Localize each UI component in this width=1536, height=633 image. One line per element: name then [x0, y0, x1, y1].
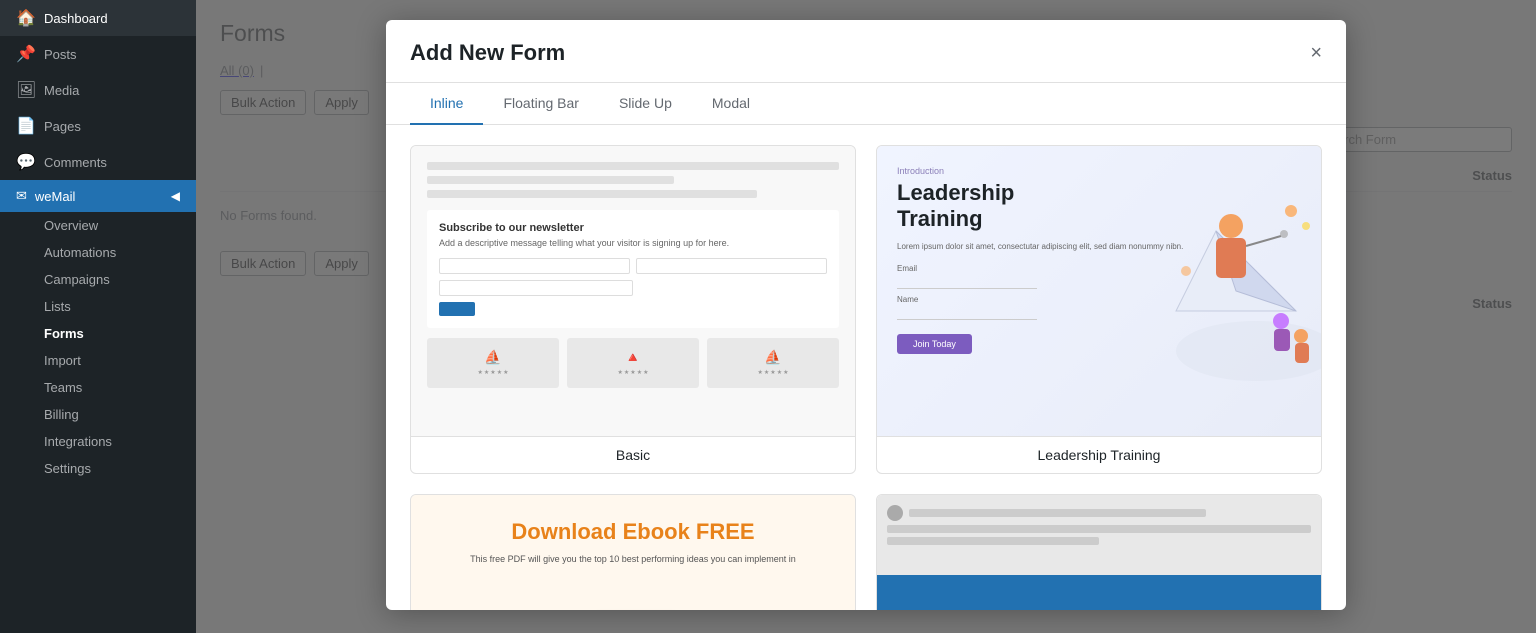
leadership-email-field: Email	[897, 264, 1301, 289]
sidebar-subitem-overview[interactable]: Overview	[0, 212, 196, 239]
template-preview-ebook: Download Ebook FREE This free PDF will g…	[411, 495, 855, 610]
preview-input	[439, 258, 630, 274]
add-new-form-modal: Add New Form × Inline Floating Bar Slide…	[386, 20, 1346, 610]
preview-card-icon: ⛵	[764, 349, 781, 366]
wemail-arrow-icon: ◀	[171, 189, 180, 203]
sidebar-item-dashboard[interactable]: 🏠 Dashboard	[0, 0, 196, 36]
wemail-icon: ✉	[16, 188, 27, 204]
discount-line	[887, 537, 1099, 545]
sidebar-label-dashboard: Dashboard	[44, 11, 108, 26]
discount-avatar-row	[887, 505, 1311, 521]
templates-grid: Subscribe to our newsletter Add a descri…	[410, 145, 1322, 610]
modal-body: Subscribe to our newsletter Add a descri…	[386, 125, 1346, 610]
discount-line	[909, 509, 1206, 517]
main-content: Forms All (0) | Bulk Action Apply Status…	[196, 0, 1536, 633]
discount-line	[887, 525, 1311, 533]
template-preview-basic: Subscribe to our newsletter Add a descri…	[411, 146, 855, 436]
leadership-title: Leadership Training	[897, 180, 1301, 233]
ebook-title: Download Ebook FREE	[511, 519, 754, 545]
ebook-image-area: 📖	[435, 566, 831, 610]
preview-card-icon: ⛵	[484, 349, 501, 366]
dashboard-icon: 🏠	[16, 8, 36, 28]
sidebar: 🏠 Dashboard 📌 Posts 🖼 Media 📄 Pages 💬 Co…	[0, 0, 196, 633]
pages-icon: 📄	[16, 116, 36, 136]
leadership-name-field: Name	[897, 295, 1301, 320]
tab-modal[interactable]: Modal	[692, 83, 770, 125]
leadership-name-input	[897, 306, 1037, 320]
leadership-join-button[interactable]: Join Today	[897, 334, 972, 354]
sidebar-item-pages[interactable]: 📄 Pages	[0, 108, 196, 144]
modal-overlay[interactable]: Add New Form × Inline Floating Bar Slide…	[196, 0, 1536, 633]
preview-line	[427, 176, 674, 184]
preview-form-text: Add a descriptive message telling what y…	[439, 238, 827, 250]
sidebar-label-wemail: weMail	[35, 189, 75, 204]
discount-bottom: Get 10% Off on Your First Purchase!	[877, 575, 1321, 610]
posts-icon: 📌	[16, 44, 36, 64]
template-card-ebook[interactable]: Download Ebook FREE This free PDF will g…	[410, 494, 856, 610]
sidebar-item-comments[interactable]: 💬 Comments	[0, 144, 196, 180]
modal-title: Add New Form	[410, 40, 565, 66]
preview-form-title: Subscribe to our newsletter	[439, 222, 827, 234]
leadership-desc: Lorem ipsum dolor sit amet, consectutar …	[897, 241, 1301, 252]
sidebar-label-comments: Comments	[44, 155, 107, 170]
sidebar-subitem-campaigns[interactable]: Campaigns	[0, 266, 196, 293]
sidebar-subitem-billing[interactable]: Billing	[0, 401, 196, 428]
sidebar-label-media: Media	[44, 83, 79, 98]
preview-card: 🔺 ★ ★ ★ ★ ★	[567, 338, 699, 388]
preview-card: ⛵ ★ ★ ★ ★ ★	[707, 338, 839, 388]
sidebar-subitem-lists[interactable]: Lists	[0, 293, 196, 320]
tab-floating-bar[interactable]: Floating Bar	[483, 83, 598, 125]
comments-icon: 💬	[16, 152, 36, 172]
sidebar-label-pages: Pages	[44, 119, 81, 134]
preview-line	[427, 190, 757, 198]
modal-tabs: Inline Floating Bar Slide Up Modal	[386, 83, 1346, 125]
sidebar-subitem-automations[interactable]: Automations	[0, 239, 196, 266]
preview-form: Subscribe to our newsletter Add a descri…	[427, 210, 839, 328]
sidebar-subitem-teams[interactable]: Teams	[0, 374, 196, 401]
leadership-email-input	[897, 275, 1037, 289]
template-preview-leadership: Introduction Leadership Training Lorem i…	[877, 146, 1321, 436]
template-card-discount[interactable]: Get 10% Off on Your First Purchase! Get …	[876, 494, 1322, 610]
preview-submit-btn	[439, 302, 475, 316]
sidebar-subitem-settings[interactable]: Settings	[0, 455, 196, 482]
preview-card-icon: 🔺	[624, 349, 641, 366]
sidebar-item-wemail[interactable]: ✉ weMail ◀	[0, 180, 196, 212]
discount-avatar	[887, 505, 903, 521]
ebook-desc: This free PDF will give you the top 10 b…	[470, 553, 796, 566]
modal-close-button[interactable]: ×	[1310, 43, 1322, 63]
preview-line	[427, 162, 839, 170]
tab-slide-up[interactable]: Slide Up	[599, 83, 692, 125]
tab-inline[interactable]: Inline	[410, 83, 483, 125]
preview-card: ⛵ ★ ★ ★ ★ ★	[427, 338, 559, 388]
media-icon: 🖼	[16, 80, 36, 100]
preview-input	[636, 258, 827, 274]
template-label-leadership: Leadership Training	[877, 436, 1321, 473]
sidebar-subitem-import[interactable]: Import	[0, 347, 196, 374]
template-card-basic[interactable]: Subscribe to our newsletter Add a descri…	[410, 145, 856, 474]
sidebar-subitem-integrations[interactable]: Integrations	[0, 428, 196, 455]
discount-top	[877, 495, 1321, 575]
leadership-intro: Introduction	[897, 166, 1301, 176]
template-preview-discount: Get 10% Off on Your First Purchase!	[877, 495, 1321, 610]
sidebar-subitem-forms[interactable]: Forms	[0, 320, 196, 347]
sidebar-label-posts: Posts	[44, 47, 77, 62]
preview-input-full	[439, 280, 633, 296]
template-label-basic: Basic	[411, 436, 855, 473]
sidebar-item-media[interactable]: 🖼 Media	[0, 72, 196, 108]
modal-header: Add New Form ×	[386, 20, 1346, 83]
sidebar-item-posts[interactable]: 📌 Posts	[0, 36, 196, 72]
template-card-leadership[interactable]: Introduction Leadership Training Lorem i…	[876, 145, 1322, 474]
